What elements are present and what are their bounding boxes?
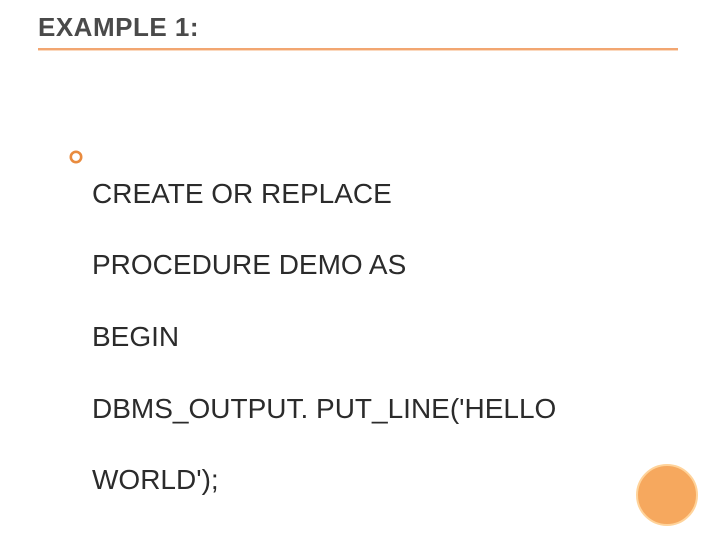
code-line: WORLD'); [92,464,219,495]
decorative-circle-icon [636,464,698,526]
bullet-item: CREATE OR REPLACE PROCEDURE DEMO AS BEGI… [68,140,660,540]
code-block: CREATE OR REPLACE PROCEDURE DEMO AS BEGI… [92,140,556,540]
code-line: DBMS_OUTPUT. PUT_LINE('HELLO [92,393,556,424]
slide-title: EXAMPLE 1: [38,12,199,43]
content-area: CREATE OR REPLACE PROCEDURE DEMO AS BEGI… [68,140,660,540]
code-line: BEGIN [92,321,179,352]
code-line: PROCEDURE DEMO AS [92,249,406,280]
title-underline [38,48,678,50]
ring-bullet-icon [68,149,84,165]
code-line: END; [92,536,159,540]
code-line: CREATE OR REPLACE [92,178,392,209]
